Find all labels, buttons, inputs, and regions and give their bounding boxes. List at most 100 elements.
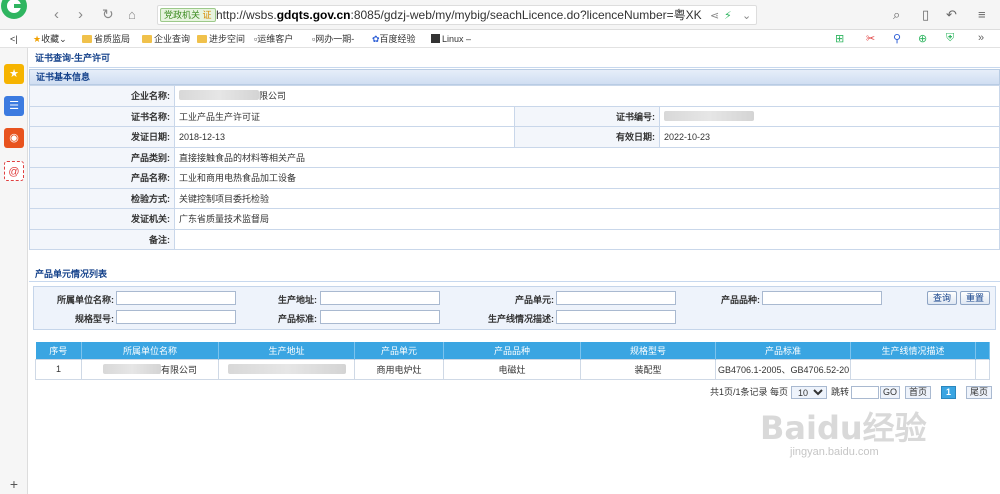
address-label: 生产地址: (278, 295, 317, 305)
translate-icon[interactable]: ⊞ (835, 32, 844, 45)
star-icon[interactable]: ★ (4, 64, 24, 84)
standard-label: 产品标准: (278, 314, 317, 324)
jump-page-input[interactable] (851, 386, 879, 399)
bookmark-item[interactable]: 企业查询 (142, 33, 190, 45)
last-page-button[interactable]: 尾页 (966, 386, 992, 399)
bookmark-item[interactable]: ✿百度经验 (372, 33, 416, 45)
query-button[interactable]: 查询 (927, 291, 957, 305)
cert-name-value: 工业产品生产许可证 (174, 105, 515, 127)
company-value: 限公司 (174, 85, 1000, 107)
page-title: 证书查询-生产许可 (29, 48, 1000, 68)
cell-unit-name: 有限公司 (81, 358, 219, 380)
refresh-icon[interactable]: ↻ (102, 7, 114, 22)
unit-name-label: 所属单位名称: (57, 295, 114, 305)
product-value: 工业和商用电热食品加工设备 (174, 167, 1000, 189)
col-header: 序号 (35, 342, 82, 359)
bookmark-item[interactable]: ▫网办一期- (312, 33, 354, 45)
bookmark-item[interactable]: 省质监局 (82, 33, 130, 45)
baidu-watermark: Baidu经验 (760, 409, 927, 447)
bookmark-item[interactable]: Linux – (431, 33, 471, 45)
col-header: 生产线情况描述 (850, 342, 976, 359)
phone-icon[interactable]: ▯ (922, 7, 929, 23)
weibo-icon[interactable]: ◉ (4, 128, 24, 148)
home-icon[interactable]: ⌂ (128, 7, 136, 22)
inspect-label: 检验方式: (29, 187, 175, 209)
unit-name-input[interactable] (116, 291, 236, 305)
remark-label: 备注: (29, 228, 175, 250)
issue-date-value: 2018-12-13 (174, 126, 515, 148)
product-list-title: 产品单元情况列表 (29, 266, 1000, 282)
table-header: 序号 所属单位名称 生产地址 产品单元 产品品种 规格型号 产品标准 生产线情况… (35, 342, 990, 359)
product-label: 产品名称: (29, 167, 175, 189)
bookmark-item[interactable]: ▫运维客户 (254, 33, 293, 45)
bookmarks-bar: <| ★收藏⌄ 省质监局 企业查询 进步空间 ▫运维客户 ▫网办一期- ✿百度经… (0, 30, 1000, 48)
star-icon: ★ (33, 34, 42, 44)
more-icon[interactable]: » (978, 32, 984, 44)
search-icon[interactable]: ⌕ (893, 7, 900, 23)
cert-name-label: 证书名称: (29, 105, 175, 127)
cell-variety: 电磁灶 (443, 358, 581, 380)
browser-logo-icon (1, 0, 27, 19)
paw-icon: ✿ (372, 34, 380, 44)
line-desc-input[interactable] (556, 310, 676, 324)
remark-value (174, 228, 1000, 250)
model-label: 规格型号: (75, 314, 114, 324)
linux-icon (431, 34, 440, 43)
issue-date-label: 发证日期: (29, 126, 175, 148)
lightning-icon[interactable]: ⚡ (724, 9, 732, 22)
undo-icon[interactable]: ↶ (946, 7, 957, 23)
chevron-down-icon[interactable]: ⌄ (742, 9, 751, 22)
standard-input[interactable] (320, 310, 440, 324)
redacted-mask (227, 363, 346, 374)
search-panel: 所属单位名称: 生产地址: 产品单元: 产品品种: 查询 重置 规格型号: 产品… (33, 286, 996, 330)
page-size-select[interactable]: 10 (791, 386, 827, 399)
cell-spacer (975, 358, 990, 380)
shield-icon[interactable]: ⛨ (946, 32, 954, 45)
browser-sidebar: ★ ☰ ◉ @ + (0, 48, 28, 494)
address-input[interactable] (320, 291, 440, 305)
bookmark-item[interactable]: 进步空间 (197, 33, 245, 45)
variety-label: 产品品种: (721, 295, 760, 305)
add-icon[interactable]: + (4, 474, 24, 494)
jump-label: 跳转 (831, 387, 850, 397)
menu-icon[interactable]: ≡ (978, 7, 986, 22)
game-icon[interactable]: ⊕ (918, 32, 927, 45)
bookmark-favorites[interactable]: ★收藏⌄ (33, 33, 67, 45)
first-page-button[interactable]: 首页 (905, 386, 931, 399)
product-unit-input[interactable] (556, 291, 676, 305)
authority-label: 发证机关: (29, 208, 175, 230)
category-value: 直接接触食品的材料等相关产品 (174, 146, 1000, 168)
folder-icon (197, 35, 207, 43)
redacted-mask (664, 110, 754, 121)
go-button[interactable]: GO (880, 386, 900, 399)
model-input[interactable] (116, 310, 236, 324)
redacted-mask (102, 363, 161, 374)
section-header-basic: 证书基本信息 (29, 69, 1000, 85)
line-desc-label: 生产线情况描述: (488, 314, 554, 324)
baidu-watermark-site: jingyan.baidu.com (790, 446, 879, 458)
valid-date-value: 2022-10-23 (659, 126, 1000, 148)
table-row[interactable]: 1 有限公司 商用电炉灶 电磁灶 装配型 GB4706.1-2005、GB470… (35, 358, 990, 380)
notes-icon[interactable]: ☰ (4, 96, 24, 116)
authority-value: 广东省质量技术监督局 (174, 208, 1000, 230)
share-icon[interactable]: ⋖ (710, 9, 719, 22)
sidebar-toggle-icon[interactable]: <| (10, 33, 18, 45)
valid-date-label: 有效日期: (514, 126, 660, 148)
col-header: 产品品种 (443, 342, 581, 359)
mail-icon[interactable]: @ (4, 161, 24, 181)
pager-summary: 共1页/1条记录 每页 (710, 387, 789, 397)
forward-icon[interactable]: › (78, 7, 83, 22)
variety-input[interactable] (762, 291, 882, 305)
reset-button[interactable]: 重置 (960, 291, 990, 305)
cell-product-unit: 商用电炉灶 (354, 358, 444, 380)
address-bar[interactable]: 党政机关 证 http://wsbs.gdqts.gov.cn:8085/gdz… (157, 5, 757, 25)
back-icon[interactable]: ‹ (54, 7, 59, 22)
current-page-button[interactable]: 1 (941, 386, 956, 399)
scissors-icon[interactable]: ✂ (866, 32, 875, 45)
product-unit-table: 序号 所属单位名称 生产地址 产品单元 产品品种 规格型号 产品标准 生产线情况… (35, 342, 990, 380)
redacted-mask (179, 90, 259, 101)
cert-no-value (659, 105, 1000, 127)
search-tool-icon[interactable]: ⚲ (893, 32, 901, 45)
browser-toolbar: ‹ › ↻ ⌂ 党政机关 证 http://wsbs.gdqts.gov.cn:… (0, 0, 1000, 30)
cell-line-desc (850, 358, 976, 380)
